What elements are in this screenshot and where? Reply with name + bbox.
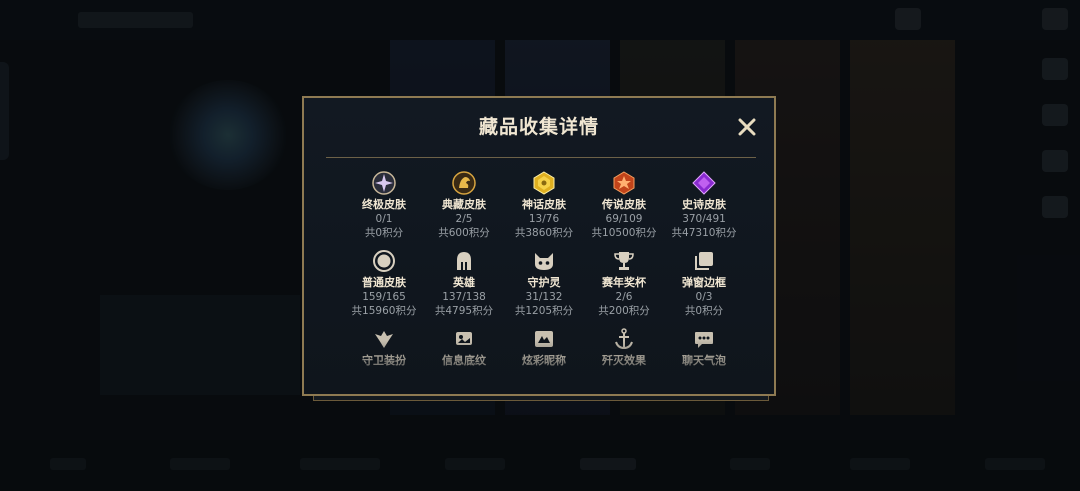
item-label: 赛年奖杯 <box>602 276 646 289</box>
item-label: 弹窗边框 <box>682 276 726 289</box>
normal-skin-icon <box>371 248 397 274</box>
collection-item-prestige-skin[interactable]: 典藏皮肤 2/5 共600积分 <box>424 170 504 240</box>
item-count: 0/3 <box>695 291 713 303</box>
item-count: 31/132 <box>525 291 563 303</box>
collection-item-mythic-skin[interactable]: 神话皮肤 13/76 共3860积分 <box>504 170 584 240</box>
item-points: 共47310积分 <box>671 227 737 239</box>
ward-skin-icon <box>371 326 397 352</box>
collection-item-finisher[interactable]: 歼灭效果 <box>584 326 664 368</box>
collection-item-title-frame[interactable]: 炫彩昵称 <box>504 326 584 368</box>
collection-item-champion[interactable]: 英雄 137/138 共4795积分 <box>424 248 504 318</box>
item-label: 炫彩昵称 <box>522 354 566 367</box>
item-points: 共600积分 <box>438 227 490 239</box>
prestige-skin-icon <box>451 170 477 196</box>
close-icon <box>738 118 756 136</box>
collection-item-chat-bubble[interactable]: 聊天气泡 <box>664 326 744 368</box>
item-label: 守卫装扮 <box>362 354 406 367</box>
item-points: 共15960积分 <box>351 305 417 317</box>
title-frame-icon <box>531 326 557 352</box>
item-label: 传说皮肤 <box>602 198 646 211</box>
item-points: 共0积分 <box>684 305 724 317</box>
ultimate-skin-icon <box>371 170 397 196</box>
collection-item-ultimate-skin[interactable]: 终极皮肤 0/1 共0积分 <box>344 170 424 240</box>
item-points: 共4795积分 <box>434 305 494 317</box>
popup-frame-icon <box>691 248 717 274</box>
ward-creature-icon <box>531 248 557 274</box>
collection-item-ward-skin[interactable]: 守卫装扮 <box>344 326 424 368</box>
collection-item-epic-skin[interactable]: 史诗皮肤 370/491 共47310积分 <box>664 170 744 240</box>
item-label: 普通皮肤 <box>362 276 406 289</box>
collection-item-normal-skin[interactable]: 普通皮肤 159/165 共15960积分 <box>344 248 424 318</box>
item-label: 聊天气泡 <box>682 354 726 367</box>
item-count: 370/491 <box>682 213 726 225</box>
item-label: 守护灵 <box>527 276 561 289</box>
item-points: 共0积分 <box>364 227 404 239</box>
collection-item-legendary-skin[interactable]: 传说皮肤 69/109 共10500积分 <box>584 170 664 240</box>
item-count: 69/109 <box>605 213 643 225</box>
item-points: 共200积分 <box>598 305 650 317</box>
finisher-anchor-icon <box>611 326 637 352</box>
close-button[interactable] <box>736 116 758 138</box>
collection-item-season-trophy[interactable]: 赛年奖杯 2/6 共200积分 <box>584 248 664 318</box>
dialog-title: 藏品收集详情 <box>478 116 599 138</box>
collection-item-popup-frame[interactable]: 弹窗边框 0/3 共0积分 <box>664 248 744 318</box>
title-divider <box>326 157 756 158</box>
item-label: 典藏皮肤 <box>442 198 486 211</box>
banner-icon <box>451 326 477 352</box>
item-points: 共1205积分 <box>514 305 574 317</box>
item-label: 终极皮肤 <box>362 198 406 211</box>
mythic-skin-icon <box>531 170 557 196</box>
item-count: 2/5 <box>455 213 473 225</box>
item-count: 137/138 <box>442 291 486 303</box>
item-label: 信息底纹 <box>442 354 486 367</box>
item-count: 159/165 <box>362 291 406 303</box>
chat-bubble-icon <box>691 326 717 352</box>
season-trophy-icon <box>611 248 637 274</box>
item-label: 英雄 <box>453 276 475 289</box>
collection-item-banner[interactable]: 信息底纹 <box>424 326 504 368</box>
collection-item-ward-creature[interactable]: 守护灵 31/132 共1205积分 <box>504 248 584 318</box>
legendary-skin-icon <box>611 170 637 196</box>
item-count: 0/1 <box>375 213 393 225</box>
item-label: 史诗皮肤 <box>682 198 726 211</box>
champion-helmet-icon <box>451 248 477 274</box>
collection-details-dialog: 藏品收集详情 终极皮肤 0/1 共0积分 典藏皮肤 2/5 共600积分 神话皮… <box>302 96 776 396</box>
item-count: 2/6 <box>615 291 633 303</box>
epic-skin-icon <box>691 170 717 196</box>
item-points: 共10500积分 <box>591 227 657 239</box>
item-count: 13/76 <box>528 213 560 225</box>
item-label: 歼灭效果 <box>602 354 646 367</box>
item-label: 神话皮肤 <box>522 198 566 211</box>
item-points: 共3860积分 <box>514 227 574 239</box>
